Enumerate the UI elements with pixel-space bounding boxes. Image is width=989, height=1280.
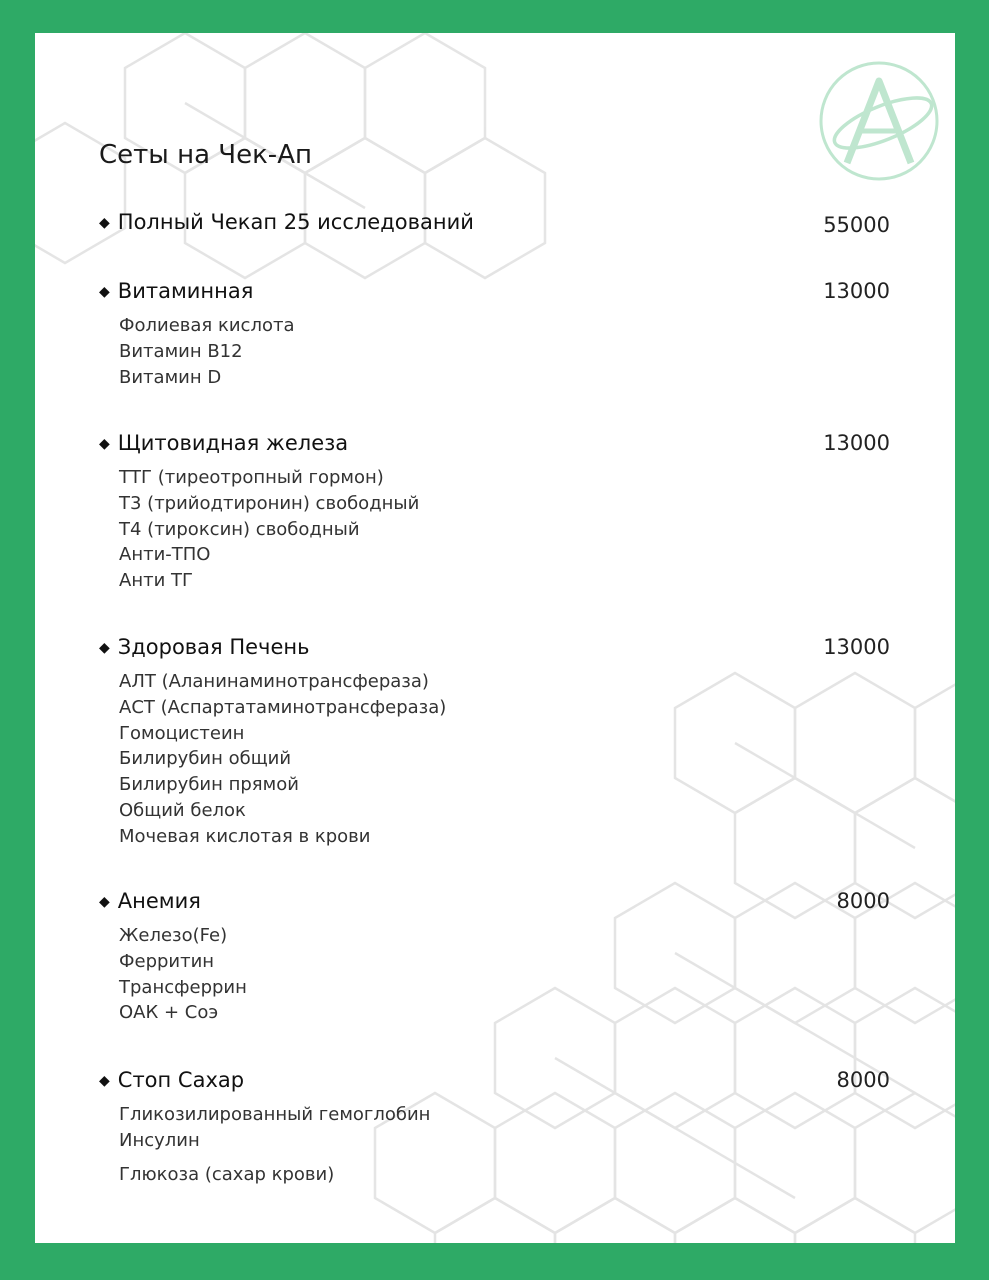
list-item: Ферритин — [119, 950, 215, 972]
list-item: АЛТ (Аланинаминотрансфераза) — [119, 671, 429, 692]
diamond-bullet-icon: ◆ — [99, 640, 110, 656]
diamond-bullet-icon: ◆ — [99, 436, 110, 452]
section-price: 13000 — [823, 431, 890, 455]
list-item: Анти-ТПО — [119, 544, 211, 566]
section-header: ◆ Анемия 8000 — [99, 889, 899, 919]
section-price: 8000 — [836, 1068, 890, 1092]
section-name: ◆ Здоровая Печень — [99, 635, 310, 659]
list-item: Витамин D — [119, 366, 222, 388]
section-price: 8000 — [836, 889, 890, 913]
section-liver: ◆ Здоровая Печень 13000 АЛТ (Аланинаминот… — [99, 635, 899, 850]
list-item: Билирубин общий — [119, 748, 292, 770]
menu-page: Сеты на Чек-Ап ◆ Полный Чекап 25 исследов… — [35, 33, 955, 1243]
list-item: АСТ (Аспартатаминотрансфераза) — [119, 696, 447, 718]
section-stop-sugar: ◆ Стоп Сахар 8000 Гликозилированный гемог… — [99, 1068, 899, 1187]
section-header: ◆ Стоп Сахар 8000 — [99, 1068, 899, 1098]
list-item: Глюкоза (сахар крови) — [119, 1163, 335, 1185]
section-price: 13000 — [823, 279, 890, 303]
section-items: Гликозилированный гемоглобин Инсулин Глю… — [119, 1102, 899, 1187]
section-price: 13000 — [823, 635, 890, 659]
section-name-text: Щитовидная железа — [117, 431, 349, 455]
list-item: Гликозилированный гемоглобин — [119, 1104, 431, 1125]
section-items: Фолиевая кислота Витамин В12 Витамин D — [119, 313, 899, 390]
list-item: Общий белок — [119, 799, 246, 821]
list-item: Мочевая кислотая в крови — [119, 825, 371, 847]
section-full-checkup: ◆ Полный Чекап 25 исследований 55000 — [99, 210, 899, 240]
section-name: ◆ Полный Чекап 25 исследований — [99, 210, 474, 234]
clinic-logo-icon — [819, 61, 939, 181]
list-item: Фолиевая кислота — [119, 315, 295, 336]
page-title: Сеты на Чек-Ап — [99, 140, 312, 170]
section-anemia: ◆ Анемия 8000 Железо(Fe) Ферритин Трансфе… — [99, 889, 899, 1026]
section-name-text: Полный Чекап 25 исследований — [117, 210, 474, 234]
diamond-bullet-icon: ◆ — [99, 894, 110, 910]
list-item: Трансферрин — [119, 976, 247, 998]
list-item: Инсулин — [119, 1129, 200, 1151]
section-name-text: Здоровая Печень — [117, 635, 310, 659]
section-items: Железо(Fe) Ферритин Трансферрин ОАК + Со… — [119, 923, 899, 1026]
list-item: ТТГ (тиреотропный гормон) — [119, 467, 384, 488]
list-item: Т4 (тироксин) свободный — [119, 518, 360, 540]
section-header: ◆ Витаминная 13000 — [99, 279, 899, 309]
diamond-bullet-icon: ◆ — [99, 1073, 110, 1089]
list-item: Железо(Fe) — [119, 925, 228, 946]
section-name-text: Стоп Сахар — [117, 1068, 245, 1092]
list-item: Билирубин прямой — [119, 774, 299, 796]
section-header: ◆ Здоровая Печень 13000 — [99, 635, 899, 665]
section-name: ◆ Стоп Сахар — [99, 1068, 244, 1092]
diamond-bullet-icon: ◆ — [99, 284, 110, 300]
section-header: ◆ Полный Чекап 25 исследований 55000 — [99, 210, 899, 240]
section-name-text: Витаминная — [117, 279, 254, 303]
list-item: Анти ТГ — [119, 570, 193, 592]
section-price: 55000 — [823, 213, 890, 237]
section-items: ТТГ (тиреотропный гормон) Т3 (трийодтиро… — [119, 465, 899, 594]
section-name: ◆ Витаминная — [99, 279, 253, 303]
diamond-bullet-icon: ◆ — [99, 215, 110, 231]
section-header: ◆ Щитовидная железа 13000 — [99, 431, 899, 461]
list-item: Витамин В12 — [119, 340, 243, 362]
section-thyroid: ◆ Щитовидная железа 13000 ТТГ (тиреотропн… — [99, 431, 899, 594]
section-name-text: Анемия — [117, 889, 201, 913]
list-item: Гомоцистеин — [119, 722, 245, 744]
list-item: Т3 (трийодтиронин) свободный — [119, 492, 420, 514]
section-name: ◆ Анемия — [99, 889, 201, 913]
list-item: ОАК + Соэ — [119, 1002, 219, 1024]
section-items: АЛТ (Аланинаминотрансфераза) АСТ (Аспарт… — [119, 669, 899, 850]
section-vitamins: ◆ Витаминная 13000 Фолиевая кислота Витам… — [99, 279, 899, 390]
section-name: ◆ Щитовидная железа — [99, 431, 348, 455]
